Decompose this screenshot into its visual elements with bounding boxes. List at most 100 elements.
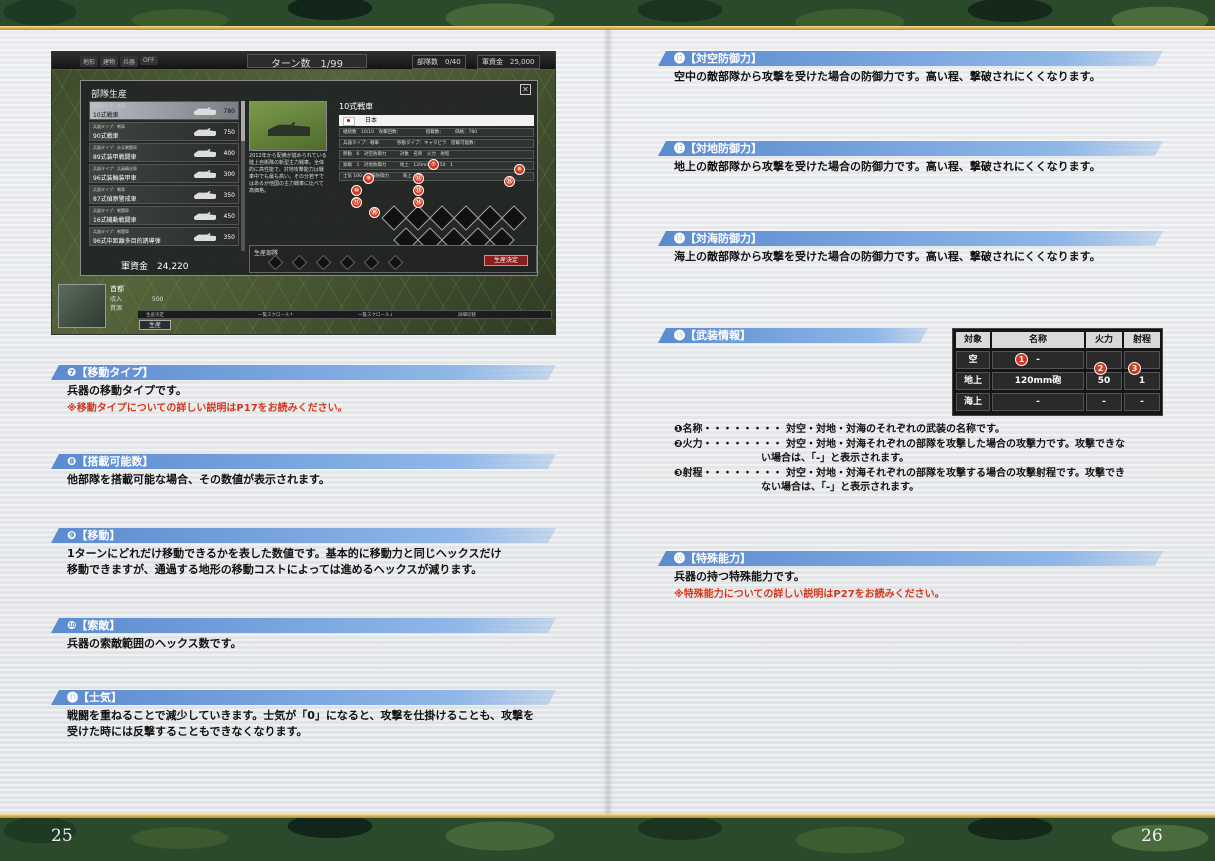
nation-row: 日本 bbox=[339, 115, 534, 126]
table-cell-power: 50 bbox=[1086, 372, 1122, 390]
unit-image bbox=[249, 101, 327, 151]
section-text: 海上の敵部隊から攻撃を受けた場合の防御力です。高い程、撃破されにくくなります。 bbox=[674, 250, 1101, 263]
mcv-icon bbox=[194, 212, 216, 220]
unit-type: 兵器タイプ：歩兵戦闘車 bbox=[93, 145, 137, 150]
legend-text: い場合は、「-」と表示されます。 bbox=[761, 453, 910, 464]
produced-slot bbox=[339, 254, 356, 271]
table-cell-name: - bbox=[992, 393, 1084, 411]
legend-label: ❸射程 bbox=[674, 468, 703, 479]
produce-confirm-button[interactable]: 生産決定 bbox=[484, 255, 528, 266]
ability-slot bbox=[453, 205, 479, 231]
unit-row[interactable]: 兵器タイプ：兵員輸送車 96式装輪装甲車 300 bbox=[89, 164, 239, 183]
section-carry-capacity: ❽【搭載可能数】 他部隊を搭載可能な場合、その数値が表示されます。 bbox=[51, 454, 556, 494]
unit-cost: 450 bbox=[223, 213, 235, 220]
unit-name: 96式装輪装甲車 bbox=[93, 175, 137, 182]
ifv-icon bbox=[194, 149, 216, 157]
unit-type: 兵器タイプ：戦車 bbox=[93, 124, 125, 129]
legend-text: 対空・対地・対海それぞれの部隊を攻撃する場合の攻撃射程です。攻撃でき bbox=[785, 468, 1125, 479]
section-title: ⓭【対地防御力】 bbox=[674, 142, 762, 155]
unit-row[interactable]: 兵器タイプ：戦闘車 96式中距離多目的誘導弾 350 bbox=[89, 227, 239, 246]
callout-marker: 2 bbox=[1094, 362, 1107, 375]
section-title: ❿【索敵】 bbox=[67, 619, 121, 632]
unit-row[interactable]: 兵器タイプ：戦車 87式偵察警戒車 350 bbox=[89, 185, 239, 204]
table-cell-target: 空 bbox=[956, 351, 990, 369]
section-title: ❾【移動】 bbox=[67, 529, 121, 542]
unit-row[interactable]: 兵器タイプ：戦車 10式戦車 780 bbox=[89, 101, 239, 120]
unit-name: 89式装甲戦闘車 bbox=[93, 154, 137, 161]
ability-slot bbox=[477, 205, 503, 231]
callout-marker: ⑬ bbox=[413, 185, 424, 196]
legend-item-name: ❶名称・・・・・・・・ 対空・対地・対海のそれぞれの武装の名称です。 bbox=[674, 423, 1005, 437]
callout-marker: ⑭ bbox=[413, 197, 424, 208]
callout-marker: ⑧ bbox=[514, 164, 525, 175]
unit-type: 兵器タイプ：戦車 bbox=[93, 103, 125, 108]
section-text: 兵器の索敵範囲のヘックス数です。 bbox=[67, 637, 242, 650]
produced-slot bbox=[363, 254, 380, 271]
mode-button-off[interactable]: OFF bbox=[140, 56, 158, 65]
section-bar bbox=[51, 618, 556, 633]
mode-button-weapon[interactable]: 兵器 bbox=[120, 56, 139, 67]
unit-row[interactable]: 兵器タイプ：戦車 90式戦車 750 bbox=[89, 122, 239, 141]
table-cell-power: - bbox=[1086, 393, 1122, 411]
unit-cost: 400 bbox=[223, 150, 235, 157]
tank-icon bbox=[194, 128, 216, 136]
section-anti-ground-defense: ⓭【対地防御力】 地上の敵部隊から攻撃を受けた場合の防御力です。高い程、撃破され… bbox=[658, 141, 1163, 181]
legend-text: 対空・対地・対海それぞれの部隊を攻撃した場合の攻撃力です。攻撃できな bbox=[785, 439, 1125, 450]
table-header: 名称 bbox=[992, 332, 1084, 348]
weapon-table: 対象 名称 火力 射程 空 - 地上 120mm砲 50 1 海上 - - - … bbox=[952, 328, 1163, 416]
produced-slot bbox=[291, 254, 308, 271]
income-value: 500 bbox=[152, 296, 164, 303]
section-note: ※移動タイプについての詳しい説明はP17をお読みください。 bbox=[67, 403, 348, 414]
unit-row[interactable]: 兵器タイプ：戦闘車 16式機動戦闘車 450 bbox=[89, 206, 239, 225]
section-bar bbox=[51, 690, 556, 705]
tank-icon bbox=[268, 122, 310, 136]
callout-marker: 3 bbox=[1128, 362, 1141, 375]
top-funds: 軍資金 25,000 bbox=[477, 55, 540, 69]
ability-slot bbox=[405, 205, 431, 231]
mode-button-building[interactable]: 建物 bbox=[100, 56, 119, 67]
table-cell-name: 120mm砲 bbox=[992, 372, 1084, 390]
produced-slot bbox=[315, 254, 332, 271]
hint-produce: 生産決定 bbox=[146, 313, 164, 318]
unit-list: 兵器タイプ：戦車 10式戦車 780 兵器タイプ：戦車 90式戦車 750 兵器… bbox=[89, 101, 239, 248]
table-header: 火力 bbox=[1086, 332, 1122, 348]
production-tab[interactable]: 生産 bbox=[139, 320, 171, 330]
table-cell-name: - bbox=[992, 351, 1084, 369]
legend-text: ない場合は、「-」と表示されます。 bbox=[761, 482, 920, 493]
apc-icon bbox=[194, 170, 216, 178]
section-title: ⓯【武装情報】 bbox=[674, 329, 751, 342]
unit-production-dialog: 部隊生産 ✕ 兵器タイプ：戦車 10式戦車 780 兵器タイプ：戦車 90式戦車… bbox=[80, 80, 538, 276]
section-special-ability: ⓰【特殊能力】 兵器の持つ特殊能力です。 ※特殊能力についての詳しい説明はP27… bbox=[658, 551, 1163, 611]
stats-row: 兵器タイプ：戦車 移動タイプ：キャタピラ 搭載可能数： bbox=[339, 139, 534, 148]
dialog-title: 部隊生産 bbox=[91, 90, 128, 100]
callout-marker: ⑩ bbox=[351, 185, 362, 196]
game-screenshot: 地形 建物 兵器 OFF ターン数 1/99 部隊数 0/40 軍資金 25,0… bbox=[51, 51, 556, 335]
callout-marker: ⑫ bbox=[413, 173, 424, 184]
nation-label: 日本 bbox=[365, 117, 378, 124]
unit-name: 10式戦車 bbox=[93, 112, 119, 119]
income-label: 収入 bbox=[110, 296, 123, 303]
close-icon[interactable]: ✕ bbox=[520, 84, 531, 95]
unit-info-name: 10式戦車 bbox=[339, 102, 374, 111]
dialog-funds: 軍資金 24,220 bbox=[121, 262, 189, 272]
section-text: 受けた時には反撃することもできなくなります。 bbox=[67, 725, 308, 738]
produced-slot bbox=[387, 254, 404, 271]
camo-band-bottom bbox=[0, 818, 1215, 861]
tank-icon bbox=[194, 107, 216, 115]
mode-button-terrain[interactable]: 地形 bbox=[80, 56, 99, 67]
game-top-bar: 地形 建物 兵器 OFF ターン数 1/99 部隊数 0/40 軍資金 25,0… bbox=[52, 52, 555, 70]
hint-detail-toggle: 詳細切替 bbox=[458, 313, 476, 318]
turn-counter: ターン数 1/99 bbox=[247, 54, 367, 70]
unit-list-scrollbar[interactable] bbox=[241, 101, 245, 251]
section-text: 地上の敵部隊から攻撃を受けた場合の防御力です。高い程、撃破されにくくなります。 bbox=[674, 160, 1101, 173]
table-cell-target: 地上 bbox=[956, 372, 990, 390]
ability-slot bbox=[501, 205, 527, 231]
table-cell-target: 海上 bbox=[956, 393, 990, 411]
missile-vehicle-icon bbox=[194, 233, 216, 241]
unit-type: 兵器タイプ：戦闘車 bbox=[93, 208, 129, 213]
unit-name: 16式機動戦闘車 bbox=[93, 217, 137, 224]
stats-row: 継続数 10/10 攻撃回数： 搭載数： 価格：780 bbox=[339, 128, 534, 137]
ability-slot bbox=[381, 205, 407, 231]
unit-type: 兵器タイプ：兵員輸送車 bbox=[93, 166, 137, 171]
unit-row[interactable]: 兵器タイプ：歩兵戦闘車 89式装甲戦闘車 400 bbox=[89, 143, 239, 162]
